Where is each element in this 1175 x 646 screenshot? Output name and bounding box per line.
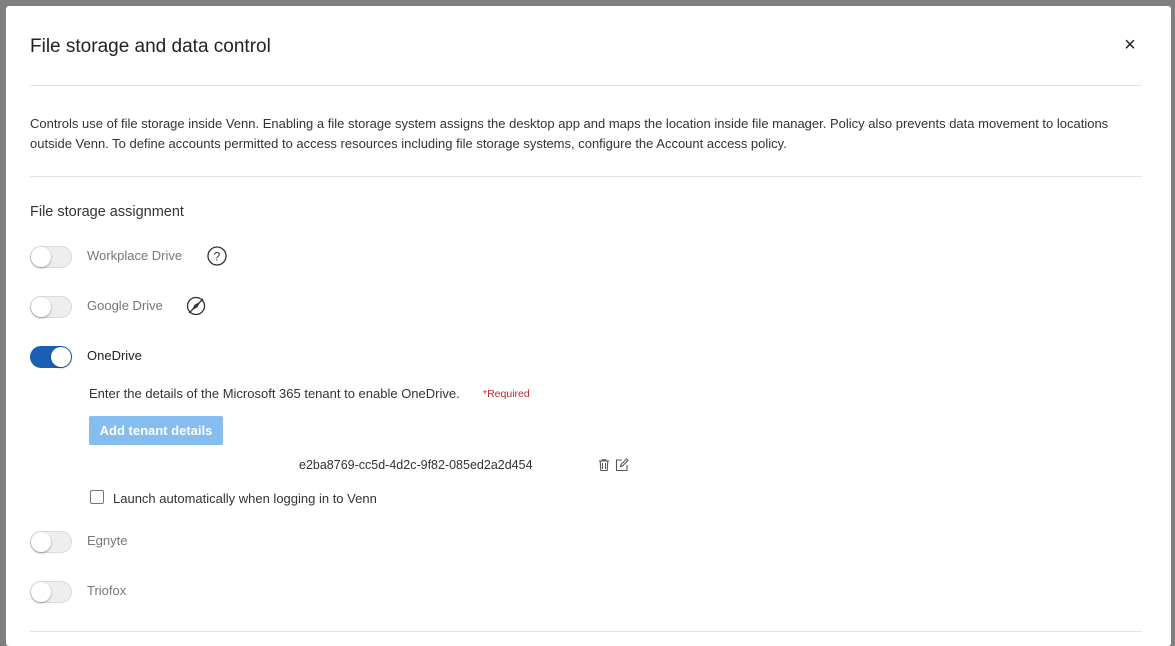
divider bbox=[30, 176, 1141, 177]
divider bbox=[30, 85, 1141, 86]
tenant-id: e2ba8769-cc5d-4d2c-9f82-085ed2a2d454 bbox=[299, 458, 533, 472]
triofox-toggle[interactable] bbox=[30, 581, 72, 603]
file-storage-dialog: File storage and data control × Controls… bbox=[6, 6, 1171, 646]
edit-icon[interactable] bbox=[615, 458, 629, 472]
workplace-drive-toggle[interactable] bbox=[30, 246, 72, 268]
toggle-knob bbox=[31, 582, 51, 602]
storage-label: Google Drive bbox=[87, 298, 163, 313]
launch-automatically-checkbox[interactable] bbox=[90, 490, 104, 504]
toggle-knob bbox=[31, 297, 51, 317]
dialog-title: File storage and data control bbox=[30, 36, 271, 57]
egnyte-toggle[interactable] bbox=[30, 531, 72, 553]
add-tenant-details-button[interactable]: Add tenant details bbox=[89, 416, 223, 445]
dialog-description: Controls use of file storage inside Venn… bbox=[30, 116, 1109, 151]
close-icon[interactable]: × bbox=[1120, 35, 1140, 55]
toggle-knob bbox=[31, 247, 51, 267]
onedrive-toggle[interactable] bbox=[30, 346, 72, 368]
storage-label: Triofox bbox=[87, 583, 127, 598]
toggle-knob bbox=[31, 532, 51, 552]
section-title: File storage assignment bbox=[30, 204, 184, 220]
storage-label: Egnyte bbox=[87, 533, 128, 548]
divider bbox=[30, 631, 1141, 632]
trash-icon[interactable] bbox=[597, 458, 611, 472]
required-label: *Required bbox=[483, 388, 530, 400]
launch-automatically-label: Launch automatically when logging in to … bbox=[113, 491, 377, 506]
svg-text:?: ? bbox=[214, 250, 221, 264]
storage-label: Workplace Drive bbox=[87, 248, 183, 263]
compass-slash-icon[interactable] bbox=[186, 296, 206, 316]
tenant-message: Enter the details of the Microsoft 365 t… bbox=[89, 386, 460, 401]
toggle-knob bbox=[51, 347, 71, 367]
question-circle-icon[interactable]: ? bbox=[207, 246, 227, 266]
google-drive-toggle[interactable] bbox=[30, 296, 72, 318]
storage-label: OneDrive bbox=[87, 348, 142, 363]
